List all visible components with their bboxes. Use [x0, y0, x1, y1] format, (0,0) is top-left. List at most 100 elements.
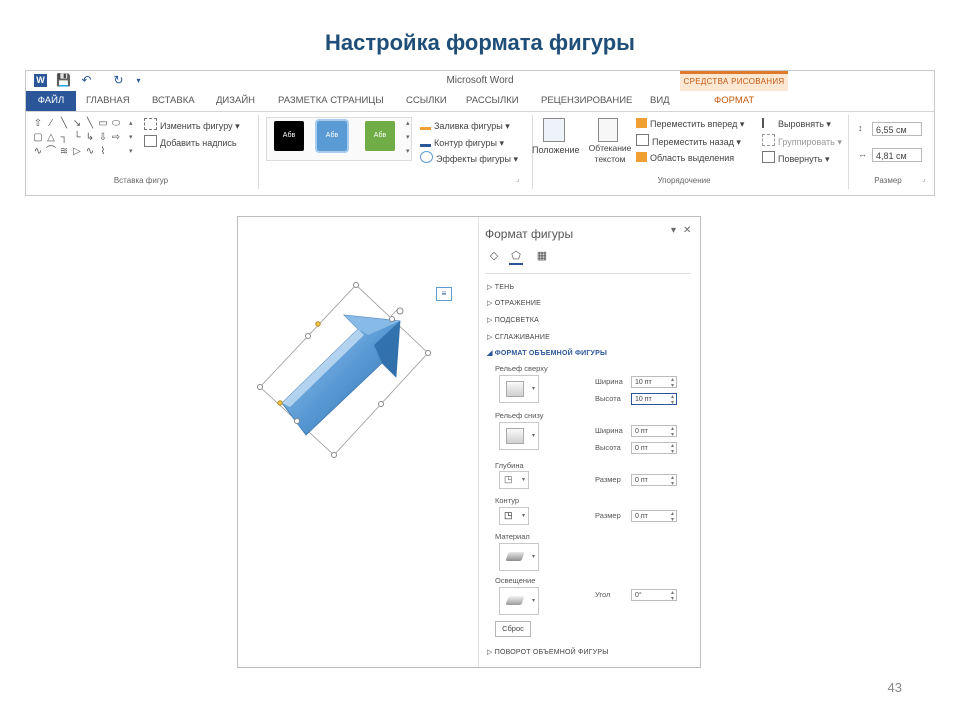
layout-options-icon[interactable]: ≡: [436, 287, 452, 301]
shape-rect-icon[interactable]: ▭: [97, 117, 109, 130]
material-dropdown[interactable]: ▾: [499, 543, 539, 571]
pane-options-icon[interactable]: ▾: [671, 225, 676, 236]
shape-connector-icon[interactable]: ↳: [84, 131, 96, 144]
shape-width-input[interactable]: 4,81 см: [872, 148, 922, 162]
shape-height-input[interactable]: 6,55 см: [872, 122, 922, 136]
top-bevel-height-label: Высота: [595, 394, 621, 403]
shape-outline-button[interactable]: Контур фигуры ▾: [420, 134, 504, 148]
group-button[interactable]: Группировать ▾: [762, 134, 842, 148]
shape-oval-icon[interactable]: ⬭: [110, 117, 122, 130]
bottom-bevel-width-input[interactable]: 0 пт ▴ ▾: [631, 425, 677, 438]
close-icon[interactable]: ✕: [683, 225, 691, 236]
spinner-icon[interactable]: ▴ ▾: [671, 590, 674, 602]
lighting-angle-input[interactable]: 0° ▴ ▾: [631, 589, 677, 602]
wrap-text-button[interactable]: Обтекание текстом: [586, 143, 634, 165]
shape-triangle-icon[interactable]: ▷: [71, 145, 83, 158]
text-box-icon: [144, 135, 157, 147]
shape-effects-button[interactable]: Эффекты фигуры ▾: [420, 151, 518, 165]
style-sample-black[interactable]: Абв: [274, 121, 304, 151]
send-backward-button[interactable]: Переместить назад ▾: [636, 134, 741, 148]
chevron-down-icon: ▾: [531, 554, 535, 560]
reset-button[interactable]: Сброс: [495, 621, 531, 637]
lighting-dropdown[interactable]: ▾: [499, 587, 539, 615]
group-separator: [848, 115, 849, 189]
shape-curve-icon[interactable]: ∿: [84, 145, 96, 158]
tab-format[interactable]: ФОРМАТ: [714, 91, 754, 111]
bottom-bevel-label: Рельеф снизу: [495, 411, 544, 420]
styles-launcher-icon[interactable]: ⌟: [516, 175, 519, 183]
bottom-bevel-height-input[interactable]: 0 пт ▴ ▾: [631, 442, 677, 455]
shape-rect-icon[interactable]: ▢: [32, 131, 44, 144]
styles-scroll-icon[interactable]: ▴ ▾ ▾: [406, 117, 410, 159]
position-button[interactable]: Положение: [532, 143, 580, 157]
add-text-box-button[interactable]: Добавить надпись: [144, 135, 237, 149]
chevron-down-icon: ▾: [531, 433, 535, 439]
tab-insert[interactable]: ВСТАВКА: [152, 91, 195, 111]
size-launcher-icon[interactable]: ⌟: [922, 175, 925, 183]
style-sample-green[interactable]: Абв: [365, 121, 395, 151]
depth-color-dropdown[interactable]: ◳ ▾: [499, 471, 529, 489]
shape-triangle-icon[interactable]: △: [45, 131, 57, 144]
shape-connector-icon[interactable]: ┐: [58, 131, 70, 144]
shape-arrow-icon[interactable]: ⇨: [110, 131, 122, 144]
edit-shape-button[interactable]: Изменить фигуру ▾: [144, 118, 240, 132]
arrow-shape[interactable]: [281, 314, 401, 436]
rotate-button[interactable]: Повернуть ▾: [762, 151, 829, 165]
shape-fill-button[interactable]: Заливка фигуры ▾: [420, 117, 510, 131]
align-button[interactable]: Выровнять ▾: [762, 117, 831, 131]
tab-mailings[interactable]: РАССЫЛКИ: [466, 91, 519, 111]
group-label-insert-shapes: Вставка фигур: [113, 176, 169, 185]
tab-home[interactable]: ГЛАВНАЯ: [86, 91, 130, 111]
effects-icon[interactable]: ⬠: [509, 249, 523, 265]
section-3d-rotation[interactable]: ▷ ПОВОРОТ ОБЪЕМНОЙ ФИГУРЫ: [487, 648, 609, 656]
shape-curve-icon[interactable]: ≋: [58, 145, 70, 158]
shape-line-icon[interactable]: ╲: [84, 117, 96, 130]
bevel-icon: [506, 381, 524, 397]
section-glow[interactable]: ▷ ПОДСВЕТКА: [487, 316, 539, 324]
bottom-bevel-dropdown[interactable]: ▾: [499, 422, 539, 450]
style-sample-blue[interactable]: Абв: [315, 119, 349, 153]
shape-curve-icon[interactable]: ⌒: [45, 145, 57, 158]
spinner-icon[interactable]: ▴ ▾: [671, 394, 674, 406]
depth-size-input[interactable]: 0 пт ▴ ▾: [631, 474, 677, 487]
spinner-icon[interactable]: ▴ ▾: [671, 443, 674, 455]
fill-line-icon[interactable]: ◇: [487, 249, 501, 263]
shapes-gallery[interactable]: ⇧ ∕ ╲ ↘ ╲ ▭ ⬭ ▢ △ ┐ └ ↳ ⇩ ⇨ ∿ ⌒ ≋ ▷ ∿ ⌇: [32, 117, 132, 163]
bring-forward-button[interactable]: Переместить вперед ▾: [636, 117, 744, 131]
spinner-icon[interactable]: ▴ ▾: [671, 511, 674, 523]
shape-line-icon[interactable]: ╲: [58, 117, 70, 130]
shape-freeform-icon[interactable]: ⌇: [97, 145, 109, 158]
spinner-icon[interactable]: ▴ ▾: [671, 475, 674, 487]
shape-arrow-icon[interactable]: ↘: [71, 117, 83, 130]
tab-view[interactable]: ВИД: [650, 91, 670, 111]
shape-arrow-icon[interactable]: ⇩: [97, 131, 109, 144]
tab-layout[interactable]: РАЗМЕТКА СТРАНИЦЫ: [278, 91, 384, 111]
shapes-scroll-icon[interactable]: ▴ ▾ ▾: [129, 117, 133, 159]
shape-connector-icon[interactable]: └: [71, 131, 83, 144]
spinner-icon[interactable]: ▴ ▾: [671, 426, 674, 438]
group-label-arrange: Упорядочение: [657, 176, 711, 185]
tab-file[interactable]: ФАЙЛ: [26, 91, 76, 111]
tab-references[interactable]: ССЫЛКИ: [406, 91, 447, 111]
section-shadow[interactable]: ▷ ТЕНЬ: [487, 283, 514, 291]
spinner-icon[interactable]: ▴ ▾: [671, 377, 674, 389]
shape-curve-icon[interactable]: ∿: [32, 145, 44, 158]
tab-design[interactable]: ДИЗАЙН: [216, 91, 255, 111]
top-bevel-dropdown[interactable]: ▾: [499, 375, 539, 403]
selection-pane-button[interactable]: Область выделения: [636, 151, 734, 165]
lighting-icon: [505, 596, 525, 605]
chevron-down-icon: ▾: [531, 598, 535, 604]
tab-review[interactable]: РЕЦЕНЗИРОВАНИЕ: [541, 91, 632, 111]
section-reflection[interactable]: ▷ ОТРАЖЕНИЕ: [487, 299, 541, 307]
section-soft-edges[interactable]: ▷ СГЛАЖИВАНИЕ: [487, 333, 550, 341]
top-bevel-height-input[interactable]: 10 пт ▴ ▾: [631, 393, 677, 406]
shape-line-icon[interactable]: ∕: [45, 117, 57, 130]
shape-arrow-icon[interactable]: ⇧: [32, 117, 44, 130]
size-properties-icon[interactable]: ▦: [535, 249, 549, 263]
document-screenshot: ≡ Формат фигуры ▾ ✕ ◇ ⬠ ▦ ▷ ТЕНЬ ▷ ОТРАЖ…: [237, 216, 701, 668]
bevel-icon: [506, 428, 524, 444]
top-bevel-width-input[interactable]: 10 пт ▴ ▾: [631, 376, 677, 389]
contour-color-dropdown[interactable]: ◳ ▾: [499, 507, 529, 525]
contour-size-input[interactable]: 0 пт ▴ ▾: [631, 510, 677, 523]
section-3d-format[interactable]: ◢ ФОРМАТ ОБЪЕМНОЙ ФИГУРЫ: [487, 349, 607, 357]
